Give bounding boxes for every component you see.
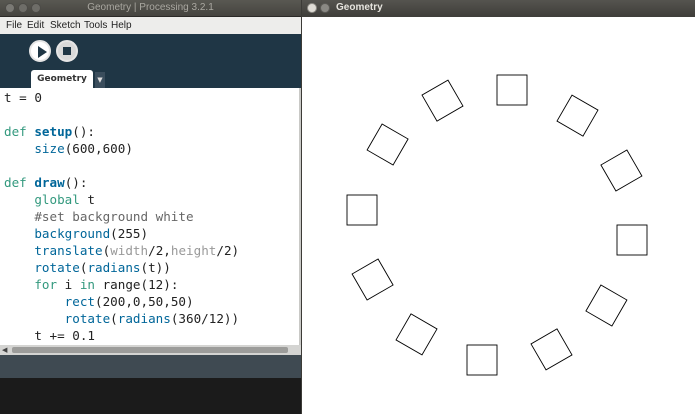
code-line: t = 0: [4, 90, 42, 105]
sketch-titlebar[interactable]: Geometry: [302, 0, 695, 17]
close-icon[interactable]: [307, 3, 317, 13]
horizontal-scrollbar[interactable]: ◀: [0, 345, 301, 355]
scrollbar-thumb[interactable]: [12, 347, 288, 353]
code-line: translate(width/2,height/2): [34, 243, 240, 258]
vertical-scrollbar[interactable]: [299, 88, 301, 345]
square-shape: [466, 344, 498, 376]
square-shape: [366, 123, 409, 166]
run-button[interactable]: [29, 40, 51, 62]
chevron-left-icon[interactable]: ◀: [2, 346, 7, 354]
play-icon: [38, 46, 47, 58]
code-line: def draw():: [4, 175, 88, 190]
processing-ide-window: Geometry | Processing 3.2.1 File Edit Sk…: [0, 0, 301, 414]
code-line: size(600,600): [34, 141, 133, 156]
square-shape: [351, 258, 394, 301]
square-shape: [616, 224, 648, 256]
code-line: rotate(radians(t)): [34, 260, 171, 275]
square-shape: [346, 194, 378, 226]
minimize-icon[interactable]: [320, 3, 330, 13]
square-shape: [585, 284, 628, 327]
stop-button[interactable]: [56, 40, 78, 62]
sketch-window-title: Geometry: [336, 2, 383, 13]
rotating-squares-drawing: [346, 74, 648, 376]
code-line: def setup():: [4, 124, 96, 139]
square-shape: [395, 313, 438, 356]
menu-help[interactable]: Help: [111, 20, 132, 31]
code-line: t += 0.1: [4, 328, 95, 343]
menu-sketch[interactable]: Sketch: [50, 20, 81, 31]
code-line: for i in range(12):: [34, 277, 179, 292]
tab-geometry[interactable]: Geometry: [31, 70, 93, 88]
code-line: rect(200,0,50,50): [64, 294, 194, 309]
menu-file[interactable]: File: [6, 20, 22, 31]
code-line: #set background white: [4, 209, 194, 224]
code-line: global t: [34, 192, 96, 207]
menu-tools[interactable]: Tools: [84, 20, 107, 31]
square-shape: [496, 74, 528, 106]
code-editor[interactable]: t = 0 def setup(): size(600,600) def dra…: [0, 88, 301, 345]
square-shape: [600, 149, 643, 192]
menu-bar: File Edit Sketch Tools Help: [0, 17, 301, 34]
sketch-window: Geometry: [302, 0, 695, 414]
ide-window-title: Geometry | Processing 3.2.1: [87, 2, 214, 13]
stop-icon: [63, 47, 71, 55]
menu-edit[interactable]: Edit: [27, 20, 44, 31]
square-shape: [421, 79, 464, 122]
square-shape: [530, 328, 573, 371]
ide-titlebar[interactable]: Geometry | Processing 3.2.1: [0, 0, 301, 17]
chevron-down-icon[interactable]: ▼: [95, 72, 105, 88]
sketch-canvas: [302, 17, 695, 414]
code-line: rotate(radians(360/12)): [64, 311, 240, 326]
code-line: background(255): [34, 226, 149, 241]
square-shape: [556, 94, 599, 137]
console-area: [0, 378, 301, 414]
